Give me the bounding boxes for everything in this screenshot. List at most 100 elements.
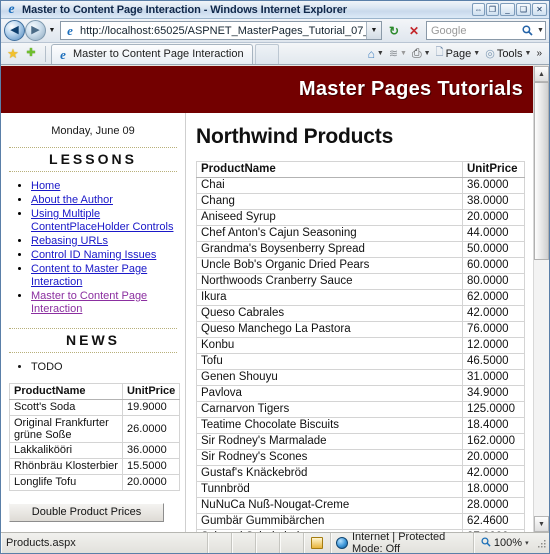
scroll-up-button[interactable]: ▲ (534, 66, 549, 82)
zoom-caret-icon[interactable]: ▾ (525, 539, 529, 547)
list-item[interactable]: About the Author (31, 194, 177, 207)
cell-unitprice: 62.4600 (462, 513, 525, 530)
column-header-unitprice: UnitPrice (462, 161, 525, 178)
cell-unitprice: 80.0000 (462, 273, 525, 290)
site-title: Master Pages Tutorials (298, 78, 523, 100)
new-tab-button[interactable] (254, 43, 279, 64)
url-dropdown-icon[interactable]: ▼ (366, 22, 381, 39)
cell-unitprice: 20.0000 (462, 209, 525, 226)
tools-menu-button[interactable]: ◎ Tools ▼ (483, 47, 533, 61)
cell-productname: Konbu (196, 337, 463, 354)
pin-button[interactable]: ⇔ (472, 3, 485, 16)
list-item[interactable]: Home (31, 180, 177, 193)
ie-browser-window: e Master to Content Page Interaction - W… (0, 0, 550, 554)
resize-grip[interactable] (536, 538, 549, 549)
table-row: Chang 38.0000 (196, 193, 525, 210)
table-row: Scott's Soda 19.9000 (9, 399, 181, 416)
list-item[interactable]: Master to Content Page Interaction (31, 290, 177, 316)
cell-productname: Genen Shouyu (196, 369, 463, 386)
double-product-prices-button[interactable]: Double Product Prices (9, 503, 164, 522)
cell-unitprice: 20.0000 (462, 449, 525, 466)
home-button[interactable]: ⌂ ▼ (366, 47, 386, 61)
cell-unitprice: 26.0000 (121, 415, 181, 443)
home-caret-icon[interactable]: ▼ (377, 50, 384, 57)
table-row: Sir Rodney's Scones 20.0000 (196, 449, 525, 466)
forward-button[interactable]: ▶ (25, 20, 46, 41)
history-dropdown-icon[interactable]: ▼ (46, 27, 58, 34)
sidebar-link-master-to-content-page-interaction[interactable]: Master to Content Page Interaction (31, 290, 147, 315)
table-row: Carnarvon Tigers 125.0000 (196, 401, 525, 418)
toolbar-overflow-icon[interactable]: » (534, 48, 544, 59)
sidebar-link-rebasing-urls[interactable]: Rebasing URLs (31, 235, 108, 247)
status-slot-3 (256, 533, 281, 553)
print-button[interactable]: ⎙ ▼ (410, 46, 433, 61)
northwind-products-rows: Chai 36.0000 Chang 38.0000 Aniseed Syrup 20.0… (196, 177, 525, 532)
list-item: TODO (31, 361, 177, 373)
search-icon[interactable] (518, 25, 536, 36)
table-row: Aniseed Syrup 20.0000 (196, 209, 525, 226)
list-item[interactable]: Content to Master Page Interaction (31, 263, 177, 289)
maximize-button[interactable]: ❑ (516, 3, 531, 16)
stop-icon[interactable]: ✕ (404, 21, 424, 41)
vertical-scrollbar[interactable]: ▲ ▼ (533, 66, 549, 532)
list-item[interactable]: Control ID Naming Issues (31, 249, 177, 262)
column-header-productname: ProductName (196, 161, 463, 178)
cell-productname: Chef Anton's Cajun Seasoning (196, 225, 463, 242)
globe-icon (335, 537, 348, 549)
search-box[interactable]: Google ▼ (426, 21, 546, 40)
table-row: Chai 36.0000 (196, 177, 525, 194)
feeds-button[interactable]: ≋ ▼ (387, 47, 409, 60)
page-favicon: e (67, 23, 73, 38)
sidebar-link-content-to-master-page-interaction[interactable]: Content to Master Page Interaction (31, 263, 147, 288)
cell-unitprice: 18.4000 (462, 417, 525, 434)
cell-productname: NuNuCa Nuß-Nougat-Creme (196, 497, 463, 514)
page-viewport: Master Pages Tutorials Monday, June 09 L… (1, 66, 549, 532)
cell-unitprice: 42.0000 (462, 305, 525, 322)
table-row: Genen Shouyu 31.0000 (196, 369, 525, 386)
sidebar-link-control-id-naming-issues[interactable]: Control ID Naming Issues (31, 249, 156, 261)
close-button[interactable]: ✕ (532, 3, 547, 16)
scroll-down-button[interactable]: ▼ (534, 516, 549, 532)
feeds-icon: ≋ (388, 48, 399, 60)
status-security-zone[interactable]: Internet | Protected Mode: Off (331, 531, 474, 553)
add-favorite-icon[interactable]: ✚ (22, 48, 40, 59)
sidebar-link-home[interactable]: Home (31, 180, 60, 192)
cell-unitprice: 36.0000 (121, 442, 181, 459)
url-bar[interactable]: e http://localhost:65025/ASPNET_MasterPa… (60, 21, 382, 40)
zoom-control[interactable]: 100% ▾ (474, 533, 536, 553)
table-row: Original Frankfurter grüne Soße 26.0000 (9, 415, 181, 443)
feeds-caret-icon[interactable]: ▼ (400, 50, 407, 57)
tools-caret-icon[interactable]: ▼ (525, 50, 532, 57)
list-item[interactable]: Rebasing URLs (31, 235, 177, 248)
cell-unitprice: 62.0000 (462, 289, 525, 306)
cell-productname: Uncle Bob's Organic Dried Pears (196, 257, 463, 274)
cell-productname: Lakkalikööri (9, 442, 123, 459)
page-caret-icon[interactable]: ▼ (473, 50, 480, 57)
table-row: NuNuCa Nuß-Nougat-Creme 28.0000 (196, 497, 525, 514)
search-input[interactable]: Google (427, 25, 518, 37)
minimize-button[interactable]: _ (500, 3, 515, 16)
cell-productname: Gumbär Gummibärchen (196, 513, 463, 530)
favorites-star-icon[interactable]: ★ (4, 47, 22, 60)
browser-tab[interactable]: e Master to Content Page Interaction (51, 43, 253, 64)
sidebar-link-about-the-author[interactable]: About the Author (31, 194, 113, 206)
cell-unitprice: 34.9000 (462, 385, 525, 402)
print-caret-icon[interactable]: ▼ (424, 50, 431, 57)
refresh-icon[interactable]: ↻ (384, 21, 404, 41)
column-header-productname: ProductName (9, 383, 123, 400)
restore-down-button[interactable]: ❐ (486, 3, 499, 16)
page-menu-button[interactable]: 🗋 Page ▼ (434, 45, 483, 62)
status-page-name: Products.aspx (1, 533, 208, 553)
scroll-thumb[interactable] (534, 82, 549, 260)
list-item[interactable]: Using Multiple ContentPlaceHolder Contro… (31, 208, 177, 234)
cell-productname: Queso Cabrales (196, 305, 463, 322)
sidebar-link-using-multiple-contentplaceholder-controls[interactable]: Using Multiple ContentPlaceHolder Contro… (31, 208, 173, 233)
cell-productname: Gustaf's Knäckebröd (196, 465, 463, 482)
search-dropdown-icon[interactable]: ▼ (536, 27, 545, 34)
scroll-track[interactable] (534, 82, 549, 516)
northwind-products-table: ProductName UnitPrice Chai 36.0000 Chang 38… (196, 161, 525, 532)
back-button[interactable]: ◀ (4, 20, 25, 41)
cell-productname: Ikura (196, 289, 463, 306)
table-header-row: ProductName UnitPrice (196, 161, 525, 178)
web-page: Master Pages Tutorials Monday, June 09 L… (1, 66, 533, 532)
